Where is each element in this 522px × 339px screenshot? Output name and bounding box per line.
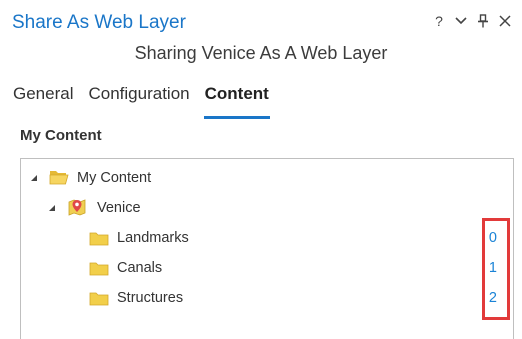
- tree-layer-label: Canals: [117, 260, 163, 276]
- chevron-down-icon[interactable]: [454, 13, 468, 29]
- tree-map-label: Venice: [97, 200, 141, 216]
- tree-row-map[interactable]: Venice: [21, 193, 513, 223]
- tree-row-layer[interactable]: Structures 2: [21, 283, 513, 313]
- section-heading: My Content: [20, 127, 102, 144]
- folder-icon: [89, 230, 109, 248]
- tree-row-layer[interactable]: Canals 1: [21, 253, 513, 283]
- pin-icon[interactable]: [476, 13, 490, 29]
- layer-count-link[interactable]: 1: [483, 260, 497, 276]
- tab-configuration[interactable]: Configuration: [87, 84, 190, 114]
- collapse-triangle-icon[interactable]: [47, 203, 57, 213]
- tab-strip: General Configuration Content: [12, 84, 271, 119]
- folder-icon: [89, 290, 109, 308]
- help-icon[interactable]: ?: [432, 13, 446, 29]
- title-bar: Share As Web Layer ?: [0, 0, 522, 42]
- tab-general[interactable]: General: [12, 84, 74, 114]
- share-as-web-layer-pane: Share As Web Layer ? Sharing Venice As A…: [0, 0, 522, 339]
- tree-layer-label: Landmarks: [117, 230, 189, 246]
- collapse-triangle-icon[interactable]: [29, 173, 39, 183]
- tree-row-layer[interactable]: Landmarks 0: [21, 223, 513, 253]
- content-tree[interactable]: My Content Venice Landmarks 0 Canals 1 S…: [20, 158, 514, 339]
- title-controls: ?: [432, 13, 512, 29]
- pane-subtitle: Sharing Venice As A Web Layer: [134, 43, 388, 63]
- open-folder-icon: [49, 169, 69, 187]
- folder-icon: [89, 260, 109, 278]
- tree-root-label: My Content: [77, 170, 152, 186]
- tab-content[interactable]: Content: [203, 84, 271, 119]
- pane-title: Share As Web Layer: [12, 12, 186, 33]
- close-icon[interactable]: [498, 13, 512, 29]
- tree-row-root[interactable]: My Content: [21, 163, 513, 193]
- layer-count-link[interactable]: 2: [483, 290, 497, 306]
- map-icon: [67, 198, 87, 216]
- layer-count-link[interactable]: 0: [483, 230, 497, 246]
- tree-layer-label: Structures: [117, 290, 184, 306]
